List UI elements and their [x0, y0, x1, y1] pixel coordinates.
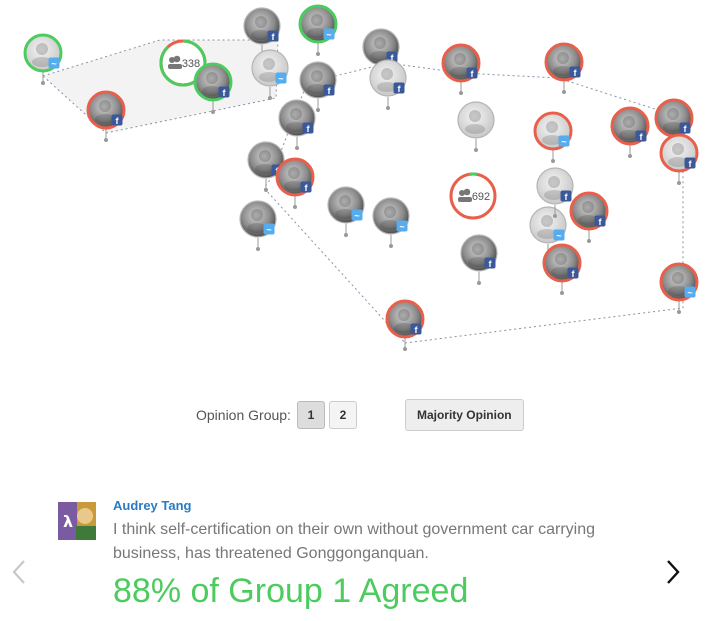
participant-avatar[interactable]: ~ [372, 197, 410, 248]
group-1-button[interactable]: 1 [296, 401, 325, 429]
twitter-icon: ~ [275, 72, 287, 84]
opinion-map: 338692 ~ff~f~ffffff~~~f~ff~fffffff~ [23, 4, 699, 351]
participant-avatar[interactable]: f [441, 43, 481, 95]
participant-avatar[interactable]: f [86, 90, 126, 142]
facebook-icon: f [267, 30, 279, 42]
svg-text:~: ~ [354, 211, 359, 221]
participant-avatar[interactable]: f [544, 42, 584, 94]
author-avatar: λ [58, 502, 96, 540]
facebook-icon: f [635, 130, 647, 142]
author-name[interactable]: Audrey Tang [113, 498, 192, 513]
facebook-icon: f [302, 122, 314, 134]
participant-avatar[interactable]: f [369, 59, 407, 110]
participant-avatar[interactable]: ~ [239, 200, 277, 251]
agreement-summary: 88% of Group 1 Agreed [113, 572, 469, 610]
facebook-icon: f [679, 122, 691, 134]
svg-text:~: ~ [687, 288, 692, 298]
twitter-icon: ~ [48, 57, 60, 69]
facebook-icon: f [484, 257, 496, 269]
participant-avatar[interactable]: ~ [327, 186, 365, 237]
participant-avatar[interactable]: f [542, 243, 582, 295]
facebook-icon: f [684, 157, 696, 169]
svg-text:~: ~ [51, 59, 56, 69]
previous-comment-chevron-icon[interactable] [8, 559, 30, 585]
twitter-icon: ~ [553, 229, 565, 241]
participant-avatar[interactable] [457, 101, 495, 152]
facebook-icon: f [323, 84, 335, 96]
twitter-icon: ~ [351, 209, 363, 221]
facebook-icon: f [466, 67, 478, 79]
facebook-icon: f [594, 215, 606, 227]
svg-text:~: ~ [556, 231, 561, 241]
facebook-icon: f [567, 267, 579, 279]
participant-avatar[interactable]: f [460, 234, 498, 285]
opinion-group-label: Opinion Group: [196, 407, 291, 423]
participant-avatar[interactable]: ~ [298, 4, 338, 56]
group-count-label: 692 [472, 191, 490, 203]
twitter-icon: ~ [263, 223, 275, 235]
svg-text:~: ~ [561, 137, 566, 147]
twitter-icon: ~ [684, 286, 696, 298]
participant-avatar[interactable]: f [275, 157, 315, 209]
svg-text:~: ~ [278, 74, 283, 84]
next-comment-chevron-icon[interactable] [662, 559, 684, 585]
svg-text:λ: λ [63, 512, 73, 531]
participant-avatar[interactable]: ~ [533, 111, 573, 163]
group-count-label: 338 [182, 58, 200, 70]
facebook-icon: f [111, 114, 123, 126]
group-1-hull [42, 39, 279, 134]
facebook-icon: f [569, 66, 581, 78]
facebook-icon: f [560, 190, 572, 202]
participant-avatar[interactable]: f [569, 191, 609, 243]
opinion-group-controls: Opinion Group: 1 2 Majority Opinion [196, 399, 524, 431]
twitter-icon: ~ [323, 28, 335, 40]
majority-opinion-button[interactable]: Majority Opinion [404, 399, 524, 431]
facebook-icon: f [393, 82, 405, 94]
svg-text:~: ~ [326, 30, 331, 40]
participant-avatar[interactable]: f [610, 106, 650, 158]
twitter-icon: ~ [396, 220, 408, 232]
group-2-marker[interactable]: 692 [448, 171, 499, 222]
participant-avatar[interactable]: f [385, 299, 425, 351]
svg-text:~: ~ [266, 225, 271, 235]
group-2-button[interactable]: 2 [328, 401, 357, 429]
participant-avatar[interactable]: f [278, 99, 316, 150]
twitter-icon: ~ [558, 135, 570, 147]
comment-text: I think self-certification on their own … [113, 521, 595, 562]
facebook-icon: f [410, 323, 422, 335]
participant-avatar[interactable]: ~ [659, 262, 699, 314]
facebook-icon: f [300, 181, 312, 193]
svg-text:~: ~ [399, 222, 404, 232]
facebook-icon: f [218, 86, 230, 98]
participant-avatar[interactable]: f [659, 133, 699, 185]
